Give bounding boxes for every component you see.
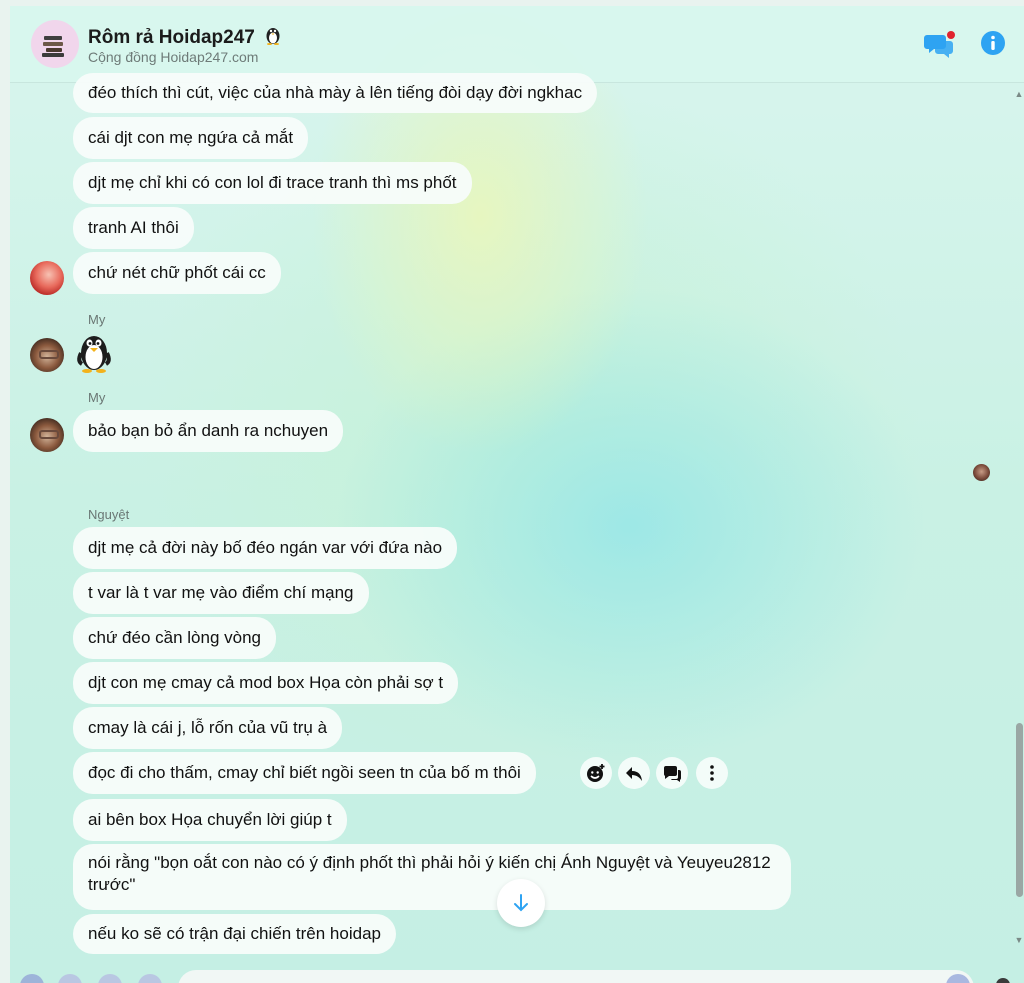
scroll-up-icon[interactable]: ▲ [1014, 89, 1024, 99]
group-subtitle: Cộng đồng Hoidap247.com [88, 49, 259, 65]
sender-name: My [88, 312, 106, 327]
image-icon[interactable] [58, 974, 82, 983]
sender-name: Nguyệt [88, 507, 130, 522]
message-bubble[interactable]: ai bên box Họa chuyển lời giúp t [73, 799, 347, 841]
message-bubble[interactable]: cái djt con mẹ ngứa cả mắt [73, 117, 309, 159]
sender-name: My [88, 390, 106, 405]
message-bubble[interactable]: t var là t var mẹ vào điểm chí mạng [73, 572, 369, 614]
message-bubble[interactable]: djt mẹ cả đời này bố đéo ngán var với đứ… [73, 527, 458, 569]
message-bubble[interactable]: cmay là cái j, lỗ rốn của vũ trụ à [73, 707, 343, 749]
message-bubble[interactable]: đéo thích thì cút, việc của nhà mày à lê… [73, 73, 598, 113]
penguin-sticker-icon[interactable] [74, 331, 114, 378]
add-reaction-icon[interactable] [580, 757, 612, 789]
sticker-icon[interactable] [98, 974, 122, 983]
message-bubble[interactable]: bảo bạn bỏ ẩn danh ra nchuyen [73, 410, 344, 452]
penguin-emoji-icon [264, 25, 282, 51]
more-icon[interactable] [696, 757, 728, 789]
message-bubble[interactable]: nếu ko sẽ có trận đại chiến trên hoidap [73, 914, 396, 954]
reply-icon[interactable] [618, 757, 650, 789]
chat-header: Rôm rả Hoidap247 Cộng đồng Hoidap247.com [10, 6, 1024, 83]
composer [10, 966, 1024, 983]
scrollbar[interactable]: ▲ ▼ [1014, 83, 1024, 983]
like-icon[interactable] [996, 978, 1010, 983]
avatar[interactable] [30, 261, 64, 295]
message-bubble[interactable]: chứ đéo cần lòng vòng [73, 617, 277, 659]
group-chat-icon[interactable] [924, 30, 956, 65]
group-avatar[interactable] [31, 20, 79, 68]
chat-window: Rôm rả Hoidap247 Cộng đồng Hoidap247.com [10, 6, 1024, 983]
scroll-to-bottom-button[interactable] [497, 879, 545, 927]
message-bubble[interactable]: tranh AI thôi [73, 207, 194, 249]
forward-icon[interactable] [656, 757, 688, 789]
add-icon[interactable] [20, 974, 44, 983]
scroll-down-arrow-icon[interactable]: ▼ [1014, 935, 1024, 945]
arrow-down-icon [514, 894, 528, 912]
gif-icon[interactable] [138, 974, 162, 983]
message-bubble[interactable]: đọc đi cho thấm, cmay chỉ biết ngồi seen… [73, 752, 536, 794]
message-bubble[interactable]: djt mẹ chỉ khi có con lol đi trace tranh… [73, 162, 472, 204]
message-bubble[interactable]: chứ nét chữ phốt cái cc [73, 252, 281, 294]
group-title-text: Rôm rả Hoidap247 [88, 27, 255, 48]
message-bubble[interactable]: djt con mẹ cmay cả mod box Họa còn phải … [73, 662, 459, 704]
avatar[interactable] [30, 338, 64, 372]
scrollbar-thumb[interactable] [1016, 723, 1023, 897]
message-bubble[interactable]: nói rằng "bọn oắt con nào có ý định phốt… [73, 844, 791, 910]
message-input[interactable] [178, 970, 974, 983]
info-icon[interactable] [980, 30, 1006, 61]
group-title[interactable]: Rôm rả Hoidap247 [88, 25, 282, 51]
avatar[interactable] [30, 418, 64, 452]
seen-avatar [973, 464, 990, 481]
